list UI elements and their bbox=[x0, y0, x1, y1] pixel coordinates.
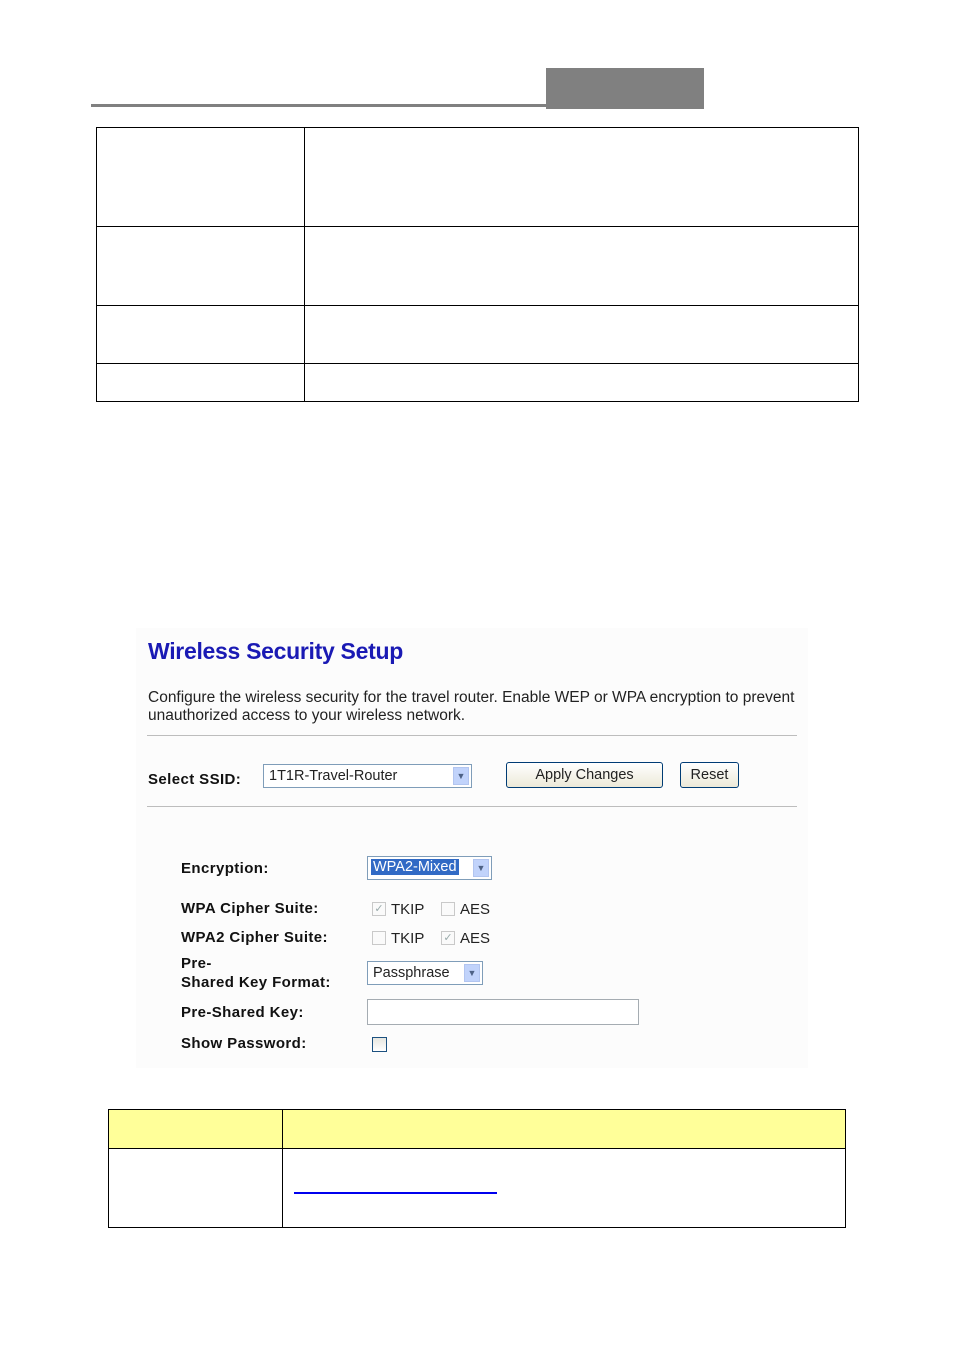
table-row bbox=[108, 1148, 846, 1228]
psk-label: Pre-Shared Key: bbox=[181, 1004, 304, 1021]
parameter-table bbox=[96, 127, 859, 402]
wpa-cipher-label: WPA Cipher Suite: bbox=[181, 900, 319, 917]
encryption-select[interactable]: WPA2-Mixed ▼ bbox=[367, 856, 492, 880]
page-title: Wireless Security Setup bbox=[148, 638, 403, 664]
wpa2-tkip-checkbox[interactable] bbox=[372, 931, 386, 945]
table-cell bbox=[96, 305, 305, 364]
chevron-down-icon[interactable]: ▼ bbox=[473, 859, 489, 877]
table-header-cell bbox=[282, 1109, 846, 1149]
encryption-select-value: WPA2-Mixed bbox=[370, 858, 460, 876]
table-row bbox=[96, 226, 859, 306]
wpa2-aes-label: AES bbox=[460, 930, 491, 947]
select-ssid-label: Select SSID: bbox=[148, 771, 242, 788]
table-cell bbox=[282, 1148, 846, 1228]
table-header-cell bbox=[108, 1109, 283, 1149]
description-table bbox=[108, 1109, 846, 1228]
page-description: Configure the wireless security for the … bbox=[148, 689, 795, 724]
wpa-aes-label: AES bbox=[460, 901, 491, 918]
header-tab-box bbox=[546, 68, 704, 109]
table-cell bbox=[304, 127, 859, 227]
table-cell bbox=[96, 363, 305, 402]
wpa-tkip-label: TKIP bbox=[391, 901, 425, 918]
encryption-label: Encryption: bbox=[181, 860, 269, 877]
divider bbox=[147, 735, 797, 736]
table-header-row bbox=[108, 1109, 846, 1149]
chevron-down-icon[interactable]: ▼ bbox=[453, 767, 469, 785]
ssid-select[interactable]: 1T1R-Travel-Router ▼ bbox=[263, 764, 472, 788]
psk-format-select-value: Passphrase bbox=[373, 965, 450, 981]
table-cell bbox=[304, 305, 859, 364]
table-row bbox=[96, 363, 859, 402]
wpa-aes-checkbox[interactable] bbox=[441, 902, 455, 916]
table-cell bbox=[304, 226, 859, 306]
divider bbox=[147, 806, 797, 807]
psk-format-select[interactable]: Passphrase ▼ bbox=[367, 961, 483, 985]
wpa2-tkip-label: TKIP bbox=[391, 930, 425, 947]
wpa-tkip-checkbox[interactable]: ✓ bbox=[372, 902, 386, 916]
chevron-down-icon[interactable]: ▼ bbox=[464, 964, 480, 982]
psk-format-label-line2: Shared Key Format: bbox=[181, 974, 331, 991]
apply-changes-button[interactable]: Apply Changes bbox=[506, 762, 663, 788]
header-rule bbox=[91, 104, 546, 107]
table-cell bbox=[108, 1148, 283, 1228]
show-password-checkbox[interactable] bbox=[372, 1037, 387, 1052]
table-cell bbox=[96, 226, 305, 306]
psk-format-label-line1: Pre- bbox=[181, 955, 212, 972]
table-cell bbox=[304, 363, 859, 402]
reset-button[interactable]: Reset bbox=[680, 762, 739, 788]
ssid-select-value: 1T1R-Travel-Router bbox=[269, 768, 398, 784]
table-row bbox=[96, 305, 859, 364]
wireless-security-screenshot: Wireless Security Setup Configure the wi… bbox=[136, 628, 808, 1068]
table-row bbox=[96, 127, 859, 227]
table-cell bbox=[96, 127, 305, 227]
wpa2-cipher-label: WPA2 Cipher Suite: bbox=[181, 929, 328, 946]
psk-input[interactable] bbox=[367, 999, 639, 1025]
show-password-label: Show Password: bbox=[181, 1035, 307, 1052]
hyperlink[interactable] bbox=[294, 1192, 497, 1194]
wpa2-aes-checkbox[interactable]: ✓ bbox=[441, 931, 455, 945]
